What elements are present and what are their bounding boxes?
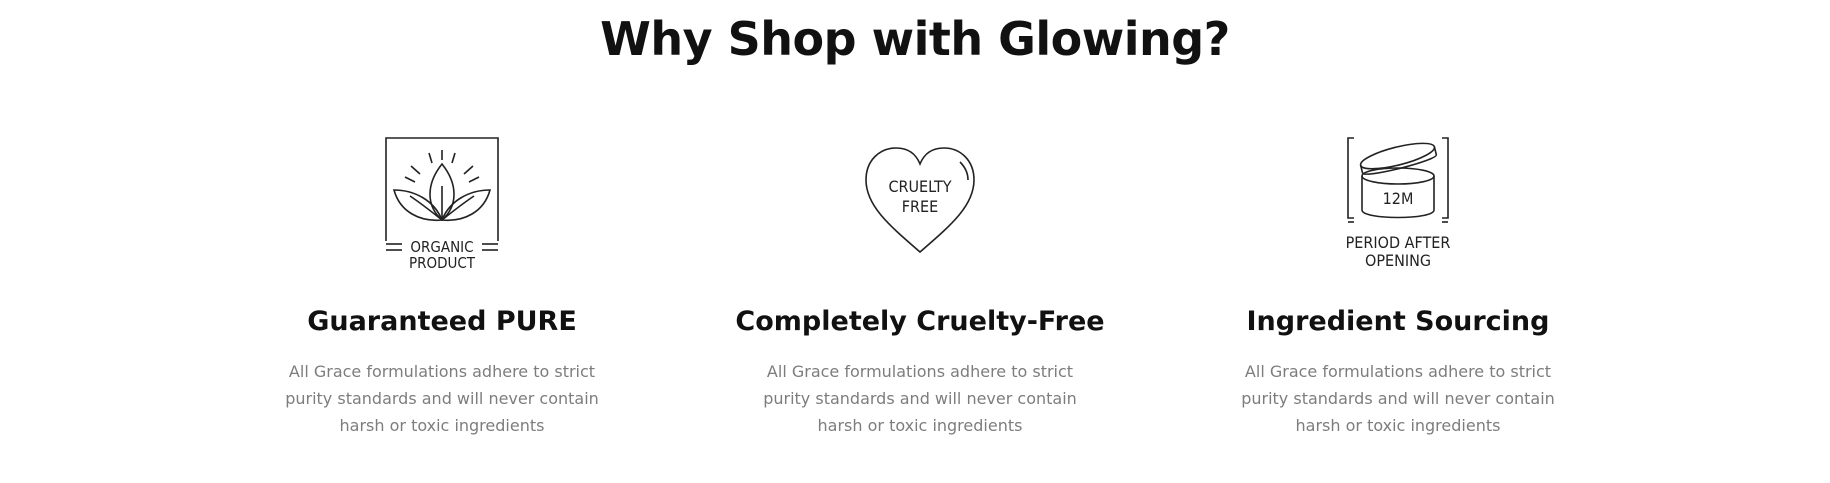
feature-description: All Grace formulations adhere to strict …	[763, 362, 1077, 435]
feature-description: All Grace formulations adhere to strict …	[1241, 362, 1555, 435]
organic-product-icon: ORGANIC PRODUCT	[232, 136, 652, 276]
cruelty-icon-text-line1: CRUELTY	[888, 177, 951, 196]
cruelty-free-heart-icon: CRUELTY FREE	[710, 144, 1130, 284]
feature-title: Completely Cruelty-Free	[735, 306, 1105, 337]
feature-title: Guaranteed PURE	[307, 306, 577, 337]
period-after-opening-icon: 12M PERIOD AFTER OPENING	[1188, 134, 1608, 274]
organic-icon-text-line2: PRODUCT	[409, 254, 476, 270]
feature-title: Ingredient Sourcing	[1246, 306, 1550, 337]
jar-icon-text: 12M	[1383, 189, 1414, 208]
feature-description: All Grace formulations adhere to strict …	[285, 362, 599, 435]
pao-icon-text-line1: PERIOD AFTER	[1346, 233, 1451, 252]
section-title: Why Shop with Glowing?	[600, 12, 1230, 66]
pao-icon-text-line2: OPENING	[1365, 251, 1431, 270]
cruelty-icon-text-line2: FREE	[902, 197, 938, 216]
